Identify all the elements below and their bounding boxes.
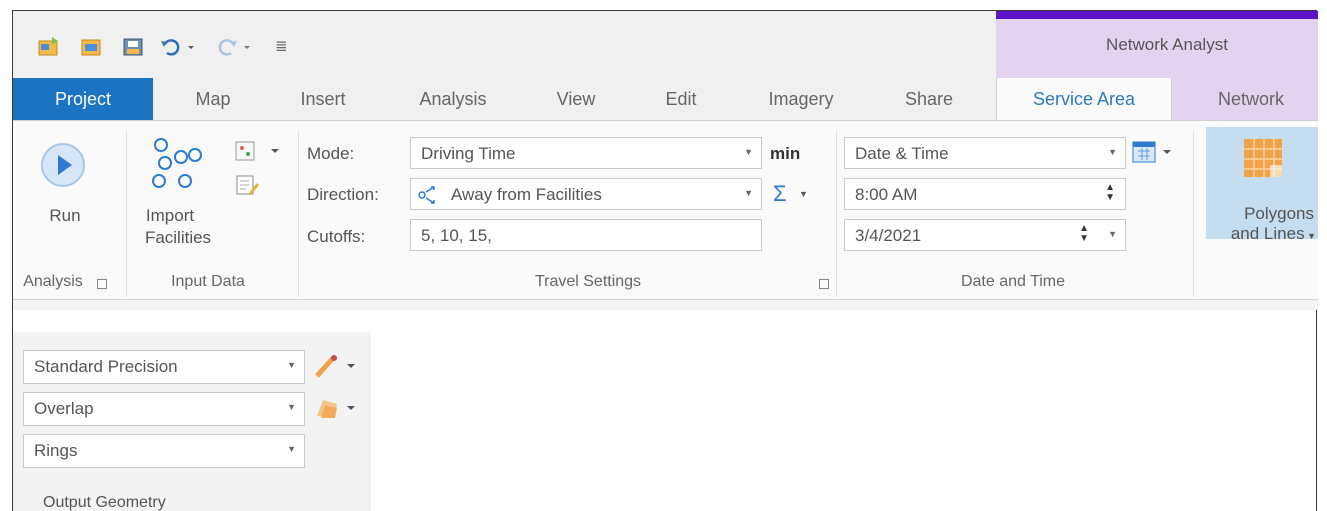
sigma-dropdown[interactable]: Σ ▼	[773, 181, 817, 207]
chevron-down-icon: ▼	[1108, 147, 1117, 157]
run-icon	[39, 141, 87, 194]
direction-combo[interactable]: Away from Facilities ▼	[410, 178, 762, 210]
tab-analysis[interactable]: Analysis	[401, 78, 505, 120]
chevron-down-icon: ▼	[287, 444, 296, 454]
spinner-icon[interactable]: ▲ ▼	[1079, 224, 1089, 244]
open-project-icon[interactable]	[79, 33, 105, 59]
date-input[interactable]: 3/4/2021 ▲ ▼ ▼	[844, 219, 1126, 251]
tab-map[interactable]: Map	[173, 78, 253, 120]
tab-insert[interactable]: Insert	[281, 78, 365, 120]
calendar-dropdown[interactable]	[1131, 138, 1177, 166]
line-type-dropdown[interactable]	[313, 352, 361, 380]
tab-project[interactable]: Project	[13, 78, 153, 120]
polygons-icon	[1240, 135, 1286, 186]
context-label: Network Analyst	[1106, 35, 1228, 54]
away-from-facilities-icon	[417, 184, 439, 211]
run-label: Run	[49, 206, 81, 225]
cutoffs-input[interactable]: 5, 10, 15,	[410, 219, 762, 251]
arcgis-window: ≣ Network Analyst Project Map Insert Ana…	[12, 10, 1318, 511]
cutoffs-label: Cutoffs:	[307, 227, 366, 246]
undo-icon[interactable]	[159, 33, 199, 59]
travel-settings-group-label: Travel Settings	[534, 273, 642, 290]
tab-share[interactable]: Share	[887, 78, 971, 120]
rings-combo[interactable]: Rings ▼	[23, 434, 305, 468]
import-label-line1: Import	[145, 206, 195, 225]
group-divider	[836, 131, 837, 297]
sigma-icon: Σ	[773, 181, 787, 206]
time-value: 8:00 AM	[855, 185, 918, 204]
customize-qat-icon[interactable]: ≣	[275, 37, 288, 55]
group-divider	[1193, 131, 1194, 297]
edit-attributes-icon[interactable]	[235, 173, 261, 199]
polygons-label-row2[interactable]: and Lines ▼	[1206, 224, 1318, 244]
group-divider	[126, 131, 127, 297]
polygons-label-line1: Polygons	[1244, 204, 1314, 223]
chevron-down-icon: ▼	[1304, 231, 1316, 241]
chevron-down-icon: ▼	[287, 402, 296, 412]
import-facilities-button[interactable]: Import Facilities	[135, 135, 225, 265]
tab-service-area[interactable]: Service Area	[996, 78, 1172, 122]
context-color-bar	[996, 11, 1318, 19]
new-project-icon[interactable]	[37, 33, 63, 59]
precision-value: Standard Precision	[34, 357, 178, 376]
input-data-group-label: Input Data	[171, 273, 245, 290]
precision-combo[interactable]: Standard Precision ▼	[23, 350, 305, 384]
ribbon-bottom-edge	[13, 300, 1318, 310]
tab-network[interactable]: Network	[1189, 78, 1313, 120]
chevron-down-icon: ▼	[744, 147, 753, 157]
mode-combo[interactable]: Driving Time ▼	[410, 137, 762, 169]
output-geometry-group-label: Output Geometry	[43, 494, 166, 511]
group-divider	[298, 131, 299, 297]
save-project-icon[interactable]	[121, 33, 147, 59]
tab-edit[interactable]: Edit	[649, 78, 713, 120]
direction-label: Direction:	[307, 185, 379, 204]
facilities-icon	[151, 137, 207, 194]
chevron-down-icon: ▼	[799, 189, 808, 199]
tab-view[interactable]: View	[541, 78, 611, 120]
cutoffs-value: 5, 10, 15,	[421, 226, 492, 245]
analysis-group-label: Analysis	[23, 273, 83, 290]
polygon-type-dropdown[interactable]	[313, 394, 361, 422]
date-time-type-combo[interactable]: Date & Time ▼	[844, 137, 1126, 169]
import-label-line2: Facilities	[144, 228, 212, 247]
quick-access-toolbar: ≣	[13, 11, 996, 78]
overlap-combo[interactable]: Overlap ▼	[23, 392, 305, 426]
mode-label: Mode:	[307, 144, 355, 163]
run-button[interactable]: Run	[37, 137, 97, 237]
date-time-type-value: Date & Time	[855, 144, 949, 163]
date-value: 3/4/2021	[855, 226, 922, 245]
units-label: min	[770, 144, 801, 163]
rings-value: Rings	[34, 441, 78, 460]
travel-settings-dialog-launcher-icon[interactable]	[819, 279, 829, 289]
analysis-dialog-launcher-icon[interactable]	[97, 279, 107, 289]
chevron-down-icon: ▼	[744, 188, 753, 198]
chevron-down-icon: ▼	[287, 360, 296, 370]
polygons-label-line2: and Lines	[1230, 224, 1305, 243]
direction-value: Away from Facilities	[451, 185, 602, 204]
time-input[interactable]: 8:00 AM ▲ ▼	[844, 178, 1126, 210]
spinner-icon[interactable]: ▲ ▼	[1105, 183, 1115, 203]
chevron-down-icon: ▼	[1108, 229, 1117, 239]
redo-icon[interactable]	[215, 33, 255, 59]
date-time-group-label: Date and Time	[960, 273, 1066, 290]
tab-imagery[interactable]: Imagery	[751, 78, 851, 120]
mode-value: Driving Time	[421, 144, 516, 163]
add-point-dropdown[interactable]	[235, 139, 285, 165]
overlap-value: Overlap	[34, 399, 94, 418]
